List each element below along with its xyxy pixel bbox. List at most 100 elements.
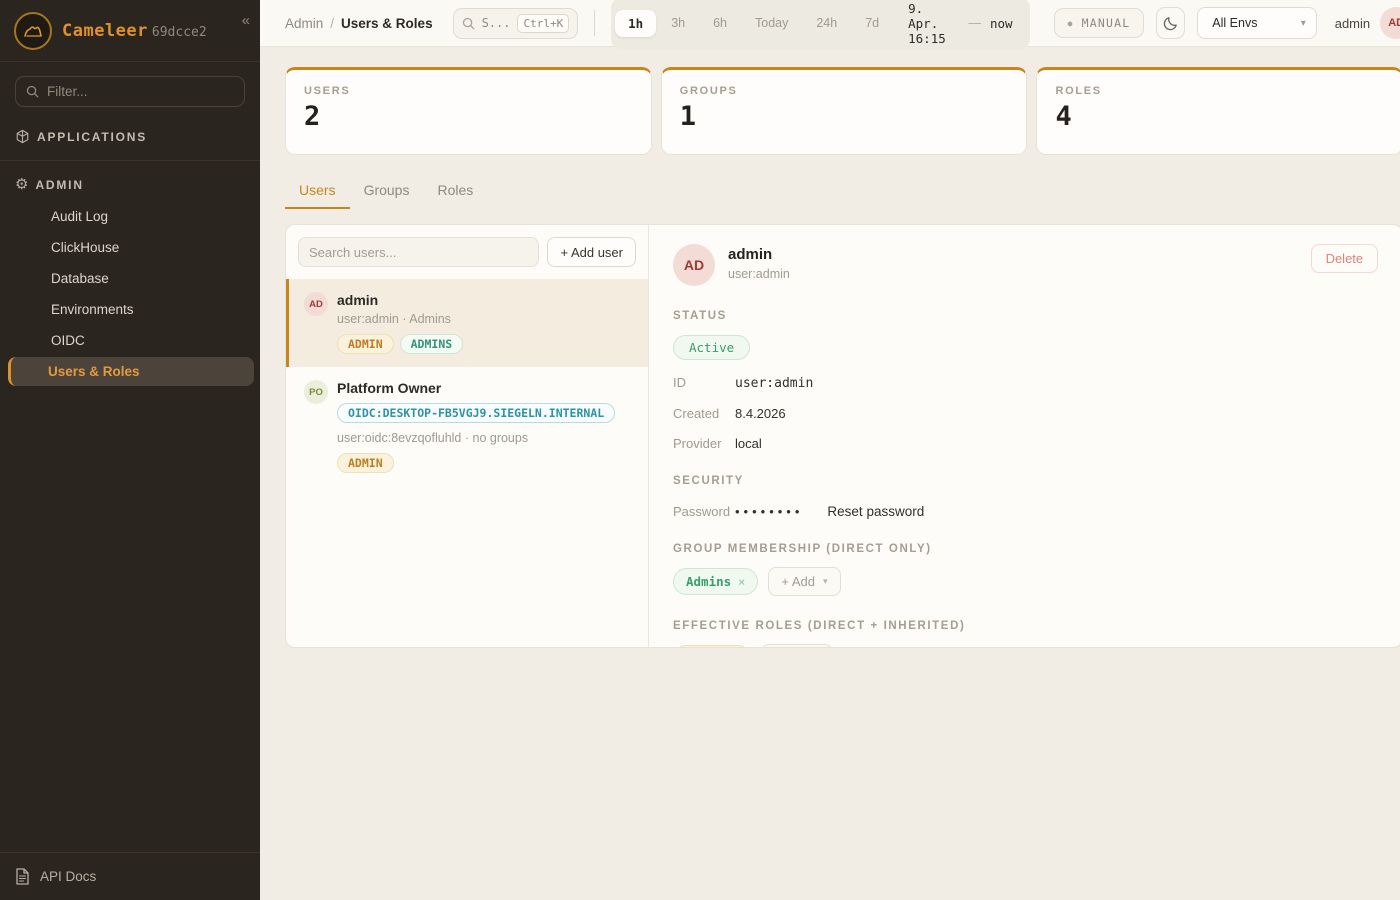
time-range-6h[interactable]: 6h	[700, 10, 740, 36]
time-range-selector: 1h 3h 6h Today 24h 7d 9. Apr. 16:15 — no…	[611, 0, 1029, 49]
tabs: Users Groups Roles	[285, 176, 1400, 209]
add-group-button[interactable]: + Add ▾	[768, 567, 840, 596]
oidc-provider-badge: OIDC:DESKTOP-FB5VGJ9.SIEGELN.INTERNAL	[337, 403, 615, 423]
user-name: Platform Owner	[337, 380, 634, 396]
sidebar-item-oidc[interactable]: OIDC	[8, 326, 254, 355]
time-range-today[interactable]: Today	[742, 10, 801, 36]
brand-name: Cameleer	[62, 21, 148, 41]
main-content: USERS 2 GROUPS 1 ROLES 4 Users Groups Ro…	[260, 47, 1400, 900]
status-badge: Active	[673, 335, 750, 360]
time-separator: —	[968, 16, 981, 30]
sidebar: Cameleer 69dcce2 « APPLICATIONS ⚙ ADMIN A…	[0, 0, 260, 900]
add-role-button[interactable]: + Add ▾	[761, 644, 833, 647]
time-range-24h[interactable]: 24h	[803, 10, 850, 36]
sidebar-section-admin[interactable]: ⚙ ADMIN	[0, 161, 260, 196]
role-badge-admin: ADMIN	[337, 453, 394, 473]
gear-icon: ⚙	[15, 177, 28, 192]
tab-groups[interactable]: Groups	[350, 176, 424, 209]
sidebar-filter-input[interactable]	[47, 84, 234, 99]
sidebar-item-users-roles[interactable]: Users & Roles	[8, 357, 254, 386]
time-range-7d[interactable]: 7d	[852, 10, 892, 36]
topbar-user[interactable]: admin AD	[1335, 7, 1400, 39]
field-created: Created 8.4.2026	[673, 406, 1378, 421]
user-list-item-admin[interactable]: AD admin user:admin · Admins ADMIN ADMIN…	[286, 279, 648, 367]
field-value: local	[735, 436, 762, 451]
api-docs-link[interactable]: API Docs	[0, 852, 260, 900]
field-provider: Provider local	[673, 436, 1378, 451]
group-chip-admins: Admins ×	[673, 568, 758, 595]
field-value: user:admin	[735, 376, 813, 391]
manual-mode-badge[interactable]: ● MANUAL	[1054, 8, 1145, 38]
global-search-placeholder: S...	[482, 16, 511, 30]
mode-badge-label: MANUAL	[1082, 16, 1131, 30]
sidebar-section-applications[interactable]: APPLICATIONS	[0, 113, 260, 161]
chip-label: Admins	[686, 574, 731, 589]
document-icon	[15, 868, 30, 885]
stat-card-users: USERS 2	[285, 67, 652, 155]
user-name: admin	[337, 292, 634, 308]
detail-user-id: user:admin	[728, 267, 790, 281]
field-label: Provider	[673, 436, 735, 451]
time-start[interactable]: 9. Apr. 16:15	[908, 1, 959, 46]
field-label: Created	[673, 406, 735, 421]
stat-label-users: USERS	[304, 85, 633, 97]
env-select[interactable]: All Envs ▾	[1197, 7, 1316, 39]
global-search[interactable]: S... Ctrl+K	[453, 8, 579, 39]
sidebar-item-database[interactable]: Database	[8, 264, 254, 293]
field-label: ID	[673, 375, 735, 390]
search-users-input[interactable]	[298, 237, 539, 267]
avatar: AD	[304, 292, 328, 316]
topbar-divider	[594, 10, 595, 36]
sidebar-item-clickhouse[interactable]: ClickHouse	[8, 233, 254, 262]
theme-toggle-button[interactable]	[1156, 7, 1185, 39]
avatar: PO	[304, 380, 328, 404]
breadcrumb-separator: /	[330, 16, 334, 31]
mode-dot-icon: ●	[1068, 19, 1074, 28]
search-shortcut-kbd: Ctrl+K	[517, 14, 569, 33]
roles-section-heading: EFFECTIVE ROLES (DIRECT + INHERITED)	[673, 620, 1378, 632]
add-user-button[interactable]: + Add user	[547, 237, 636, 267]
group-badge-admins: ADMINS	[400, 334, 464, 354]
admin-section-label: ADMIN	[35, 178, 83, 192]
user-list-item-platform-owner[interactable]: PO Platform Owner OIDC:DESKTOP-FB5VGJ9.S…	[286, 367, 648, 486]
reset-password-link[interactable]: Reset password	[827, 504, 924, 519]
stat-label-roles: ROLES	[1055, 85, 1384, 97]
groups-section-heading: GROUP MEMBERSHIP (DIRECT ONLY)	[673, 543, 1378, 555]
tab-users[interactable]: Users	[285, 176, 350, 209]
delete-user-button[interactable]: Delete	[1311, 244, 1379, 273]
security-section-heading: SECURITY	[673, 475, 1378, 487]
field-id: ID user:admin	[673, 375, 1378, 391]
user-detail-panel: AD admin user:admin Delete STATUS Active…	[649, 225, 1400, 647]
brand-row: Cameleer 69dcce2 «	[0, 0, 260, 62]
sidebar-collapse-icon[interactable]: «	[242, 12, 250, 29]
time-range-1h[interactable]: 1h	[615, 10, 656, 37]
chevron-down-icon: ▾	[1301, 18, 1306, 29]
remove-chip-icon[interactable]: ×	[738, 575, 745, 589]
moon-icon	[1163, 15, 1179, 31]
role-chip-admin: ADMIN ×	[673, 645, 751, 647]
time-display: 9. Apr. 16:15 — now	[894, 1, 1025, 46]
breadcrumb-admin[interactable]: Admin	[285, 16, 323, 31]
stat-card-groups: GROUPS 1	[661, 67, 1028, 155]
chevron-down-icon: ▾	[823, 576, 828, 587]
time-end[interactable]: now	[990, 16, 1013, 31]
stat-card-roles: ROLES 4	[1036, 67, 1400, 155]
field-value: 8.4.2026	[735, 406, 786, 421]
status-section-heading: STATUS	[673, 310, 1378, 322]
env-select-value: All Envs	[1212, 16, 1257, 30]
time-range-3h[interactable]: 3h	[658, 10, 698, 36]
cube-icon	[15, 129, 30, 144]
search-icon	[462, 17, 475, 30]
sidebar-item-audit-log[interactable]: Audit Log	[8, 202, 254, 231]
breadcrumb: Admin / Users & Roles	[285, 16, 433, 31]
sidebar-item-environments[interactable]: Environments	[8, 295, 254, 324]
user-meta: user:oidc:8evzqofluhld · no groups	[337, 431, 634, 445]
brand-build: 69dcce2	[152, 25, 207, 40]
user-avatar[interactable]: AD	[1380, 7, 1400, 39]
topbar: Admin / Users & Roles S... Ctrl+K 1h 3h …	[260, 0, 1400, 47]
api-docs-label: API Docs	[40, 869, 96, 884]
stat-value-roles: 4	[1055, 101, 1384, 132]
password-mask: ••••••••	[735, 504, 803, 519]
password-row: Password •••••••• Reset password	[673, 504, 1378, 519]
tab-roles[interactable]: Roles	[423, 176, 487, 209]
